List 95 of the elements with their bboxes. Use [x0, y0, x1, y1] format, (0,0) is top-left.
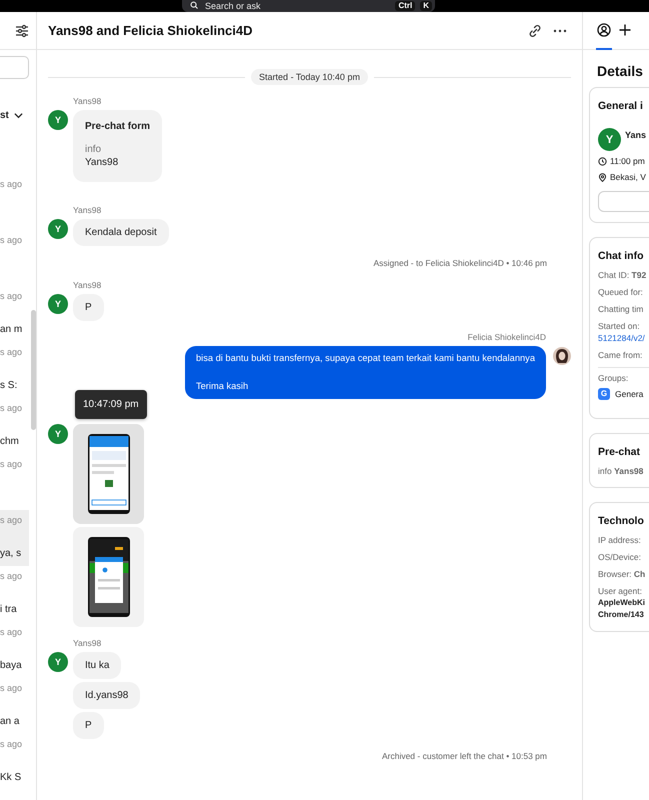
- field-text: Chat ID: T92: [598, 270, 646, 280]
- conversation-item[interactable]: s ago an a: [0, 678, 29, 734]
- time-ago: s ago: [0, 570, 22, 582]
- field-label: Groups:: [598, 372, 630, 384]
- time-ago: s ago: [0, 514, 22, 526]
- search-bar[interactable]: Search or ask Ctrl K: [182, 0, 435, 12]
- avatar: Y: [48, 424, 68, 444]
- message-preview: i tra: [0, 604, 17, 616]
- message-bubble: bisa di bantu bukti transfernya, supaya cepat team terkait kami bantu kendalannya Terima kasih: [184, 346, 546, 399]
- search-field[interactable]: Search or ask: [205, 0, 390, 12]
- chevron-icon: [14, 110, 23, 120]
- time-ago: s ago: [0, 346, 22, 358]
- group-badge: G: [598, 388, 610, 400]
- field-label: Queued for:: [598, 287, 643, 297]
- sender-name: Yans98: [73, 96, 102, 107]
- filter-button[interactable]: [15, 24, 29, 38]
- time-ago: s ago: [0, 458, 22, 470]
- avatar: Y: [48, 294, 68, 314]
- field-value: Chrome/143: [598, 609, 644, 621]
- filter-icon: [15, 24, 29, 38]
- sender-name: Felicia Shiokelinci4D: [468, 332, 546, 343]
- field-label: OS/Device:: [598, 552, 641, 562]
- image-attachment[interactable]: [73, 424, 144, 524]
- message-preview: Kk S: [0, 772, 22, 784]
- image-attachment[interactable]: [73, 527, 144, 627]
- time-ago: s ago: [0, 738, 22, 750]
- message-bubble: Kendala deposit: [73, 219, 169, 246]
- date-divider: Started - Today 10:40 pm: [251, 69, 368, 85]
- conversation-item[interactable]: s ago Kk S: [0, 734, 29, 790]
- field-label: info: [85, 143, 102, 156]
- message-preview: ya, s: [0, 548, 22, 560]
- search-icon: [190, 1, 200, 11]
- scrollbar[interactable]: [31, 310, 36, 430]
- message-preview: an m: [0, 324, 22, 336]
- card-title: General i: [598, 99, 644, 114]
- conversation-item[interactable]: s ago an m: [0, 286, 29, 342]
- message-bubble: Itu ka: [73, 652, 122, 679]
- time-ago: s ago: [0, 290, 22, 302]
- sort-dropdown[interactable]: st: [0, 107, 23, 123]
- card-title: Pre-chat: [598, 445, 642, 460]
- avatar: Y: [48, 110, 68, 130]
- field-label: IP address:: [598, 535, 641, 545]
- message-preview: baya: [0, 660, 22, 672]
- visitor-name: Yans: [625, 130, 646, 142]
- card-title: Technolo: [598, 514, 645, 529]
- message-preview: an a: [0, 716, 20, 728]
- message-preview: chm: [0, 436, 19, 448]
- system-note: Assigned - to Felicia Shiokelinci4D • 10:46 pm: [373, 257, 547, 269]
- time-ago: s ago: [0, 626, 22, 638]
- link-button[interactable]: [528, 24, 542, 38]
- field-label: User agent:: [598, 586, 642, 596]
- person-icon: [597, 23, 611, 37]
- avatar: Y: [48, 652, 68, 672]
- location-text: Bekasi, V: [610, 171, 646, 183]
- tooltip: 10:47:09 pm: [75, 390, 147, 419]
- message-bubble: P: [73, 712, 104, 739]
- message-bubble: P: [73, 294, 104, 321]
- conversation-item[interactable]: s ago baya: [0, 622, 29, 678]
- group-name: Genera: [615, 388, 644, 400]
- field-text: Browser: Ch: [598, 569, 646, 579]
- conversation-item[interactable]: s ago s S:: [0, 342, 29, 398]
- location-pin-icon: [598, 172, 607, 182]
- system-note: Archived - customer left the chat • 10:53 pm: [382, 750, 547, 762]
- time-ago: s ago: [0, 234, 22, 246]
- field-value: Yans98: [85, 156, 120, 169]
- sender-name: Yans98: [73, 280, 102, 291]
- conversation-item[interactable]: s ago i tra: [0, 566, 29, 622]
- local-time: 11:00 pm: [610, 155, 645, 167]
- time-ago: s ago: [0, 402, 22, 414]
- avatar: Y: [48, 219, 68, 239]
- conversation-item[interactable]: s ago chm: [0, 398, 29, 454]
- field-label: Chatting tim: [598, 304, 644, 314]
- sender-name: Yans98: [73, 638, 102, 649]
- message-preview: s S:: [0, 380, 18, 392]
- time-ago: s ago: [0, 682, 22, 694]
- field-text: info Yans98: [598, 466, 644, 476]
- avatar: [553, 347, 571, 365]
- plus-icon: [618, 23, 632, 37]
- panel-title: Details: [597, 62, 644, 80]
- time-ago: s ago: [0, 178, 22, 190]
- shortcut-key: K: [420, 1, 432, 11]
- card-title: Chat info: [598, 249, 644, 264]
- avatar: Y: [598, 128, 621, 151]
- message-bubble: Id.yans98: [73, 682, 140, 709]
- link-icon: [528, 24, 542, 38]
- field-label: Came from:: [598, 350, 642, 360]
- clock-icon: [598, 156, 607, 166]
- field-label: Started on:: [598, 321, 640, 331]
- started-on-link[interactable]: 5121284/v2/: [598, 332, 645, 344]
- conversation-item[interactable]: s ago ya, s: [0, 510, 29, 566]
- shortcut-key: Ctrl: [395, 1, 416, 11]
- sender-name: Yans98: [73, 205, 102, 216]
- field-value: AppleWebKi: [598, 597, 645, 609]
- form-title: Pre-chat form: [85, 120, 150, 134]
- chat-title: Yans98 and Felicia Shiokelinci4D: [48, 23, 254, 38]
